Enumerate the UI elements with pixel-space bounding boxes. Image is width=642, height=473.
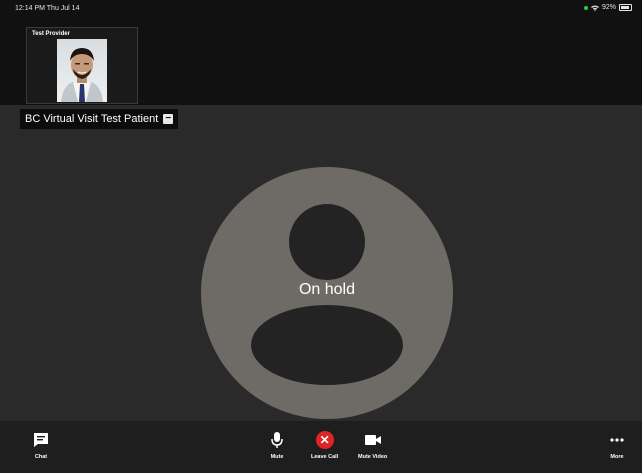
avatar-head: [289, 204, 365, 280]
provider-photo-illustration: [61, 48, 103, 102]
chat-button[interactable]: Chat: [33, 431, 49, 460]
close-icon: ✕: [315, 431, 334, 449]
video-camera-icon: [364, 435, 381, 445]
status-bar: 12:14 PM Thu Jul 14 92%: [0, 0, 642, 16]
leave-call-label: Leave Call: [311, 454, 339, 460]
more-icon: [610, 438, 624, 442]
call-status-text: On hold: [298, 281, 356, 298]
avatar-body: [251, 305, 403, 385]
patient-avatar-placeholder: On hold: [201, 167, 453, 419]
leave-call-button[interactable]: ✕ Leave Call: [311, 431, 338, 460]
provider-video-tile[interactable]: Test Provider: [26, 27, 138, 104]
battery-percent: 92%: [601, 4, 616, 11]
chat-label: Chat: [34, 454, 48, 460]
battery-icon: [619, 4, 632, 11]
mute-video-button[interactable]: Mute Video: [358, 431, 387, 460]
mute-label: Mute: [270, 454, 284, 460]
more-button[interactable]: More: [610, 431, 624, 460]
patient-name-label: BC Virtual Visit Test Patient −: [20, 109, 179, 129]
status-time: 12:14 PM Thu Jul 14: [15, 5, 80, 12]
chat-icon: [34, 433, 48, 447]
minimize-button[interactable]: −: [163, 114, 174, 124]
wifi-icon: [590, 5, 599, 11]
microphone-icon: [271, 432, 283, 448]
call-toolbar: Chat Mute ✕ Leave Call Mute Video More: [0, 421, 642, 473]
more-label: More: [610, 454, 624, 460]
status-indicators: 92%: [583, 4, 632, 11]
provider-avatar: [57, 39, 107, 102]
mute-video-label: Mute Video: [358, 454, 388, 460]
provider-name: Test Provider: [32, 31, 70, 37]
camera-indicator-icon: [583, 5, 588, 10]
mute-button[interactable]: Mute: [270, 431, 284, 460]
patient-name: BC Virtual Visit Test Patient: [25, 113, 159, 125]
